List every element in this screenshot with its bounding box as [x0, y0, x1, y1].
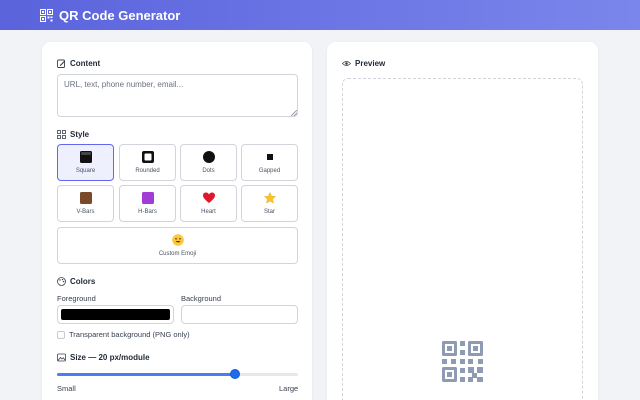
- foreground-label: Foreground: [57, 294, 96, 303]
- dot-icon: [202, 151, 215, 163]
- colors-heading: Colors: [57, 277, 95, 286]
- foreground-swatch: [61, 309, 170, 320]
- gapped-square-icon: [264, 151, 276, 163]
- style-option-label: H-Bars: [138, 209, 157, 215]
- size-heading: Size — 20 px/module: [57, 353, 150, 362]
- purple-square-emoji: [141, 192, 154, 204]
- app-title: QR Code Generator: [59, 7, 181, 23]
- colors-heading-label: Colors: [70, 277, 96, 286]
- style-option-dots[interactable]: Dots: [180, 144, 237, 181]
- style-option-label: V-Bars: [76, 209, 95, 215]
- style-heading: Style: [57, 130, 89, 139]
- foreground-color-picker[interactable]: [57, 305, 174, 324]
- square-icon: [79, 151, 92, 163]
- size-slider-fill: [57, 373, 236, 376]
- eye-icon: [342, 59, 351, 68]
- style-option-gapped[interactable]: Gapped: [241, 144, 298, 181]
- background-label: Background: [181, 294, 222, 303]
- style-option-label: Star: [263, 209, 275, 215]
- style-option-label: Rounded: [135, 168, 160, 174]
- style-option-v-bars[interactable]: V-Bars: [57, 185, 114, 222]
- style-option-h-bars[interactable]: H-Bars: [119, 185, 176, 222]
- style-option-label: Square: [75, 168, 96, 174]
- palette-icon: [57, 277, 66, 286]
- qr-code-icon: [40, 8, 53, 22]
- transparent-label: Transparent background (PNG only): [69, 330, 190, 339]
- content-heading: Content: [57, 59, 100, 68]
- size-heading-label: Size — 20 px/module: [70, 353, 150, 362]
- grid-icon: [57, 130, 66, 139]
- style-option-square[interactable]: Square: [57, 144, 114, 181]
- style-option-custom-emoji[interactable]: Custom Emoji: [57, 227, 298, 264]
- brown-square-emoji: [79, 192, 92, 204]
- qr-code-icon: [442, 341, 483, 382]
- style-option-label: Dots: [202, 168, 215, 174]
- transparent-checkbox[interactable]: [57, 331, 65, 339]
- style-option-star[interactable]: Star: [241, 185, 298, 222]
- style-heading-label: Style: [70, 130, 90, 139]
- style-option-heart[interactable]: Heart: [180, 185, 237, 222]
- style-option-label: Custom Emoji: [158, 251, 197, 257]
- background-color-picker[interactable]: [181, 305, 298, 324]
- edit-icon: [57, 59, 66, 68]
- heart-emoji: [202, 192, 215, 204]
- content-heading-label: Content: [70, 59, 101, 68]
- size-slider-track[interactable]: [57, 373, 298, 376]
- image-icon: [57, 353, 66, 362]
- size-max-label: Large: [279, 384, 299, 393]
- star-emoji: [263, 192, 276, 204]
- style-option-label: Heart: [201, 209, 216, 215]
- size-min-label: Small: [57, 384, 76, 393]
- rounded-square-icon: [141, 151, 154, 163]
- smiley-emoji: [171, 234, 184, 246]
- preview-heading-label: Preview: [355, 59, 386, 68]
- style-option-label: Gapped: [258, 168, 281, 174]
- preview-heading: Preview: [342, 59, 385, 68]
- resize-handle[interactable]: [291, 110, 297, 116]
- style-option-rounded[interactable]: Rounded: [119, 144, 176, 181]
- app-header: QR Code Generator: [0, 0, 640, 30]
- content-input[interactable]: [57, 74, 298, 117]
